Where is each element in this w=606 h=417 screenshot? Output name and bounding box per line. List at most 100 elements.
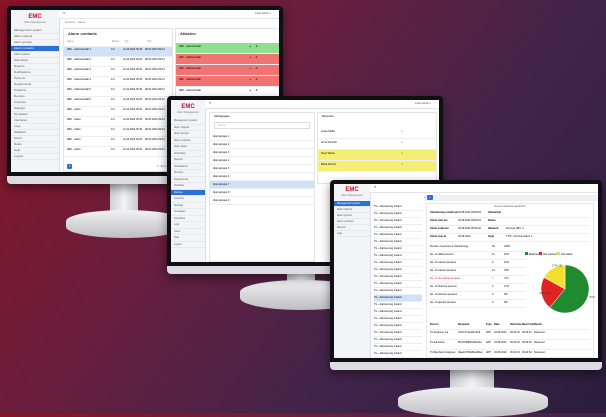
- list-item[interactable]: TG - Alarmierung Instanz: [374, 351, 422, 358]
- table-row[interactable]: Alarmgruppe 3: [210, 149, 314, 157]
- list-item[interactable]: TG - Alarmierung Instanz: [374, 246, 422, 253]
- table-row[interactable]: ABC - Alarm 1/4 11.04.2024 09:34 08.04.2024…: [64, 117, 172, 127]
- zoom-button[interactable]: +: [427, 195, 433, 200]
- table-row[interactable]: Alarmgruppe 9: [210, 197, 314, 205]
- edit-icon[interactable]: ✎: [401, 139, 403, 146]
- delete-icon[interactable]: ✖: [255, 65, 257, 72]
- table-row[interactable]: ABC - Alarmkontakt 5 1/4 11.04.2024 09:34 0…: [64, 87, 172, 97]
- list-item[interactable]: TG - Alarmierung Instanz: [374, 211, 422, 218]
- menu-icon[interactable]: ☰: [374, 185, 376, 190]
- edit-icon[interactable]: ✎: [401, 128, 403, 135]
- table-row[interactable]: Peter Weber ✎: [318, 150, 436, 161]
- table-row[interactable]: Alarmgruppe 1: [210, 133, 314, 141]
- table-row[interactable]: Alarmgruppe 4: [210, 157, 314, 165]
- delete-icon[interactable]: ✖: [255, 43, 257, 50]
- list-item[interactable]: TG - Alarmierung Instanz: [374, 344, 422, 351]
- warning-icon[interactable]: ▲: [249, 65, 251, 72]
- table-cell: 09:44:52: [522, 341, 532, 344]
- table-cell: 08.04.2024 09:34: [145, 128, 165, 131]
- edit-icon[interactable]: ✎: [401, 150, 403, 157]
- delete-icon[interactable]: ✖: [255, 87, 257, 94]
- user-menu[interactable]: Lukas Müller ▾: [415, 101, 431, 106]
- stat-row: Number of persons in Alarmierung 18 100%: [430, 244, 525, 252]
- list-item[interactable]: TG - Alarmierung Instanz: [374, 274, 422, 281]
- warning-icon[interactable]: ▲: [249, 87, 251, 94]
- list-item[interactable]: TG - Alarmierung Instanz: [374, 204, 422, 211]
- list-item[interactable]: TG - Alarmierung Instanz: [374, 309, 422, 316]
- delete-icon[interactable]: ✖: [255, 54, 257, 61]
- list-item[interactable]: TG - Alarmierung Instanz: [374, 260, 422, 267]
- warning-icon[interactable]: ▲: [249, 54, 251, 61]
- table-row[interactable]: Alarmgruppe 5: [210, 165, 314, 173]
- table-row[interactable]: ABC - Alarmkontakt 3 1/4 11.04.2024 09:34 0…: [64, 67, 172, 77]
- list-item[interactable]: TG - Alarmierung Instanz: [374, 295, 422, 302]
- list-item[interactable]: TG - Alarmierung Instanz: [374, 302, 422, 309]
- table-cell: 1/4: [111, 48, 115, 51]
- list-item[interactable]: TG - Alarmierung Instanz: [374, 239, 422, 246]
- table-row[interactable]: ABC - Alarmkontakt 6 1/4 11.04.2024 09:34 0…: [64, 97, 172, 107]
- menu-icon[interactable]: ☰: [209, 101, 211, 106]
- table-header: Person Recipient Type Date Start timeReach t…: [430, 322, 590, 330]
- table-row[interactable]: Alarmgruppe 6: [210, 173, 314, 181]
- list-item[interactable]: TG - Alarmierung Instanz: [374, 267, 422, 274]
- menu-icon[interactable]: ☰: [63, 11, 65, 16]
- table-cell: 09:44:33: [510, 341, 520, 344]
- table-row[interactable]: ABC - Alarmkontakt 4 1/4 11.04.2024 09:34 0…: [64, 77, 172, 87]
- table-cell: 11.04.2024 09:34: [123, 88, 143, 91]
- tab-personen[interactable]: Personen: [65, 21, 76, 24]
- tab-alarme[interactable]: Alarme: [78, 21, 86, 24]
- table-cell: ABC - Alarmkontakt 4: [67, 78, 91, 81]
- stat-cell: 22%: [504, 261, 510, 264]
- list-item[interactable]: TG - Alarmierung Instanz: [374, 316, 422, 323]
- list-item[interactable]: TG - Alarmierung Instanz: [374, 225, 422, 232]
- search-input[interactable]: Suche: [214, 122, 310, 129]
- list-item[interactable]: TG - Alarmierung Instanz: [374, 337, 422, 344]
- page-button-1[interactable]: 1: [67, 164, 73, 169]
- table-row[interactable]: Anna Schmidt ✎: [318, 139, 436, 150]
- list-item[interactable]: TG - Alarmierung Instanz: [374, 323, 422, 330]
- table-row[interactable]: ABC - Alarmkontakt 2 1/4 11.04.2024 09:34 0…: [64, 57, 172, 67]
- table-row[interactable]: Lukas Müller ✎: [318, 128, 436, 139]
- alarm-instances-list: TG - Alarmierung Instanz TG - Alarmierung…: [374, 204, 422, 358]
- attacker-panel: Attacker ABC - Alarmkontakt ▲ ✖ ABC - Alarm…: [175, 28, 279, 100]
- sidebar-item[interactable]: Logout: [11, 154, 59, 160]
- list-item[interactable]: TG - Alarmierung Instanz: [374, 232, 422, 239]
- stat-cell: 39%: [504, 277, 510, 280]
- stat-cell: 61%: [504, 253, 510, 256]
- sidebar-item[interactable]: Logs: [334, 231, 370, 237]
- user-menu[interactable]: Lukas Müller ▾: [255, 11, 271, 16]
- table-row[interactable]: ABC - Alarm 1/4 11.04.2024 09:34 08.04.2024…: [64, 107, 172, 117]
- table-row[interactable]: ABC - Alarmkontakt ▲ ✖: [176, 43, 279, 54]
- list-item[interactable]: TG - Alarmierung Instanz: [374, 218, 422, 225]
- stat-cell: Number of persons in Alarmierung: [430, 245, 468, 248]
- table-row[interactable]: Alarmgruppe 2: [210, 141, 314, 149]
- table-row[interactable]: Maria Fischer ✎: [318, 161, 436, 172]
- list-item[interactable]: TG - Alarmierung Instanz: [374, 330, 422, 337]
- stat-cell: 17%: [504, 285, 510, 288]
- table-row[interactable]: ABC - Alarm 1/4 11.04.2024 09:34 08.04.2024…: [64, 137, 172, 147]
- table-row[interactable]: ABC - Alarm 1/4 11.04.2024 09:34 08.04.2024…: [64, 147, 172, 157]
- edit-icon[interactable]: ✎: [401, 161, 403, 168]
- list-item[interactable]: TG - Alarmierung Instanz: [374, 288, 422, 295]
- table-row[interactable]: Alarmgruppe 7: [210, 181, 314, 189]
- row-label: ABC - Alarmkontakt: [179, 89, 201, 92]
- table-row[interactable]: ABC - Alarmkontakt ▲ ✖: [176, 54, 279, 65]
- warning-icon[interactable]: ▲: [249, 76, 251, 83]
- sidebar-item[interactable]: Logout: [171, 242, 205, 248]
- table-cell: 1/4: [111, 98, 115, 101]
- table-row[interactable]: ABC - Alarmkontakt ▲ ✖: [176, 65, 279, 76]
- list-item[interactable]: TG - Alarmierung Instanz: [374, 281, 422, 288]
- list-item[interactable]: TG - Alarmierung Instanz: [374, 253, 422, 260]
- table-row[interactable]: ABC - Alarmkontakt ▲ ✖: [176, 76, 279, 87]
- table-cell: 1/4: [111, 108, 115, 111]
- report-pie-chart: 61% (11) 22% (4) 17% (3): [539, 264, 595, 314]
- table-row[interactable]: ABC - Alarm 1/4 11.04.2024 09:34 08.04.2024…: [64, 127, 172, 137]
- table-row[interactable]: ABC - Alarmkontakt 1 1/4 11.04.2024 09:34 0…: [64, 47, 172, 57]
- table-row[interactable]: Alarmgruppe 8: [210, 189, 314, 197]
- col-header: Recipient: [458, 323, 470, 326]
- table-cell: 08.04.2024 09:34: [145, 138, 165, 141]
- delete-icon[interactable]: ✖: [255, 76, 257, 83]
- warning-icon[interactable]: ▲: [249, 43, 251, 50]
- pagination: 1 1 - 11 of 11: [67, 164, 169, 169]
- info-cell: Alarm endet am: [430, 227, 449, 230]
